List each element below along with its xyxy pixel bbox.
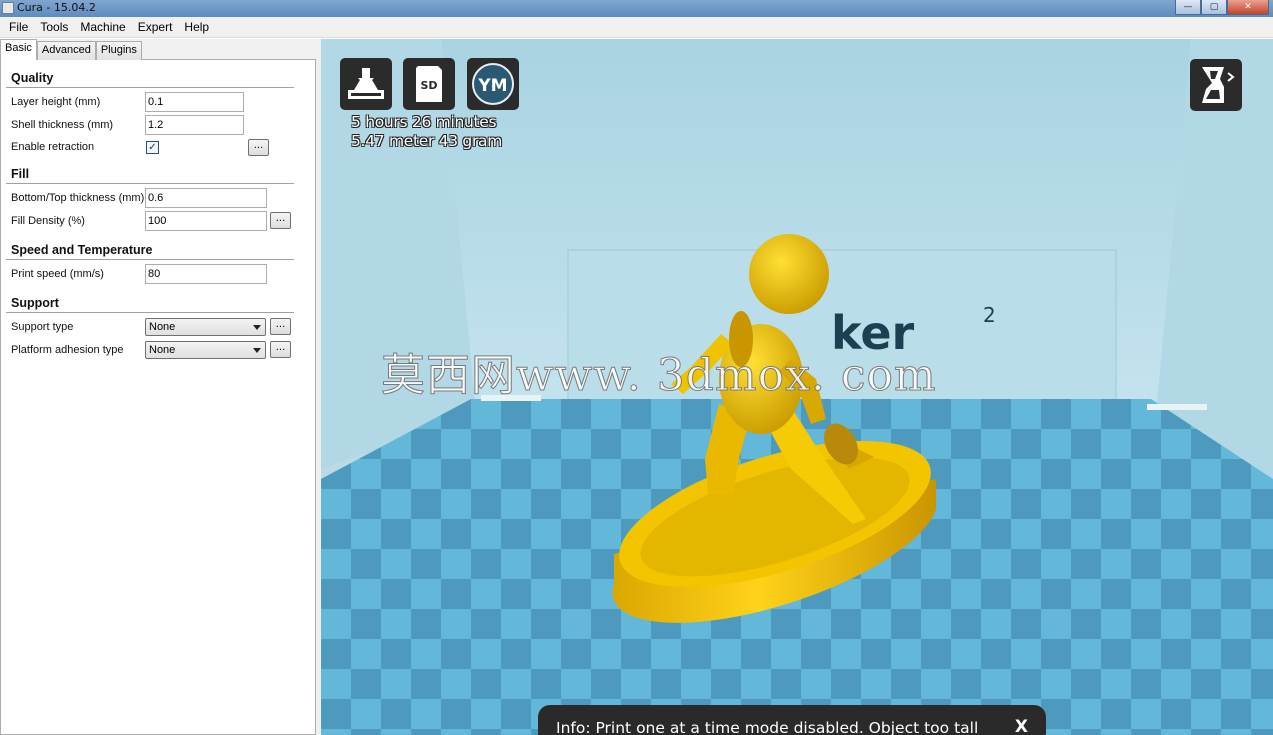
retraction-more-button[interactable]: ... (248, 139, 269, 156)
tab-advanced[interactable]: Advanced (36, 41, 96, 60)
info-close-button[interactable]: X (1015, 717, 1028, 735)
clip-right (1147, 404, 1207, 410)
info-message: Info: Print one at a time mode disabled.… (556, 719, 979, 735)
layer-height-label: Layer height (mm) (11, 96, 101, 108)
section-fill: Fill (11, 167, 30, 181)
window-title: Cura - 15.04.2 (17, 1, 96, 14)
view-mode-icon (1202, 67, 1235, 103)
app-icon (2, 2, 14, 14)
support-type-label: Support type (11, 321, 74, 333)
maximize-button[interactable]: ▢ (1201, 0, 1227, 15)
menu-tools[interactable]: Tools (34, 17, 74, 38)
layer-height-input[interactable]: 0.1 (145, 92, 244, 112)
divider (6, 312, 294, 313)
3d-viewport[interactable]: ker 2 SD YM 5 hours 26 minutes 5.47 mete… (321, 39, 1273, 735)
support-type-select[interactable]: None (145, 318, 266, 336)
fill-density-more-button[interactable]: ... (270, 212, 291, 229)
view-mode-button[interactable] (1190, 59, 1242, 111)
tab-plugins[interactable]: Plugins (95, 41, 142, 60)
adhesion-select[interactable]: None (145, 341, 266, 359)
settings-pane: Quality Layer height (mm) 0.1 Shell thic… (0, 39, 321, 735)
section-speed: Speed and Temperature (11, 243, 153, 257)
info-notification: Info: Print one at a time mode disabled.… (538, 705, 1046, 735)
watermark: 莫西网www. 3dmox. com (381, 350, 937, 402)
sd-label: SD (420, 79, 437, 92)
adhesion-more-button[interactable]: ... (270, 341, 291, 358)
model-head (749, 234, 829, 314)
menu-file[interactable]: File (3, 17, 34, 38)
save-sd-button[interactable]: SD (403, 58, 455, 110)
support-type-value: None (149, 321, 176, 333)
divider (6, 87, 294, 88)
print-time-estimate: 5 hours 26 minutes (351, 113, 497, 131)
tab-basic[interactable]: Basic (0, 39, 37, 60)
adhesion-value: None (149, 344, 176, 356)
load-model-button[interactable] (340, 58, 392, 110)
print-material-estimate: 5.47 meter 43 gram (351, 132, 503, 150)
shell-thickness-input[interactable]: 1.2 (145, 115, 244, 135)
bottom-top-input[interactable]: 0.6 (145, 188, 267, 208)
menu-help[interactable]: Help (178, 17, 215, 38)
save-sd-icon: SD (416, 66, 442, 102)
bottom-top-label: Bottom/Top thickness (mm) (11, 192, 145, 204)
shell-thickness-label: Shell thickness (mm) (11, 119, 114, 131)
divider (6, 183, 294, 184)
divider (6, 259, 294, 260)
fill-density-label: Fill Density (%) (11, 215, 85, 227)
menu-bar: File Tools Machine Expert Help (0, 17, 1273, 38)
menu-expert[interactable]: Expert (132, 17, 179, 38)
youmagine-icon: YM (472, 63, 514, 105)
dropdown-arrow-icon (253, 325, 261, 330)
youmagine-button[interactable]: YM (467, 58, 519, 110)
dropdown-arrow-icon (253, 348, 261, 353)
close-button[interactable]: ✕ (1227, 0, 1269, 15)
checkmark-icon: ✓ (148, 142, 157, 153)
adhesion-label: Platform adhesion type (11, 344, 124, 356)
settings-panel: Quality Layer height (mm) 0.1 Shell thic… (0, 59, 316, 735)
backdrop-logo-superscript: 2 (983, 303, 996, 327)
retraction-checkbox[interactable]: ✓ (146, 141, 159, 154)
retraction-label: Enable retraction (11, 141, 95, 153)
print-speed-input[interactable]: 80 (145, 264, 267, 284)
minimize-button[interactable]: — (1175, 0, 1201, 15)
title-bar: Cura - 15.04.2 — ▢ ✕ (0, 0, 1273, 17)
print-speed-label: Print speed (mm/s) (11, 268, 104, 280)
section-quality: Quality (11, 71, 54, 85)
section-support: Support (11, 296, 59, 310)
load-model-icon (348, 68, 384, 99)
menu-machine[interactable]: Machine (74, 17, 131, 38)
fill-density-input[interactable]: 100 (145, 211, 267, 231)
support-more-button[interactable]: ... (270, 318, 291, 335)
ym-label: YM (477, 76, 507, 96)
